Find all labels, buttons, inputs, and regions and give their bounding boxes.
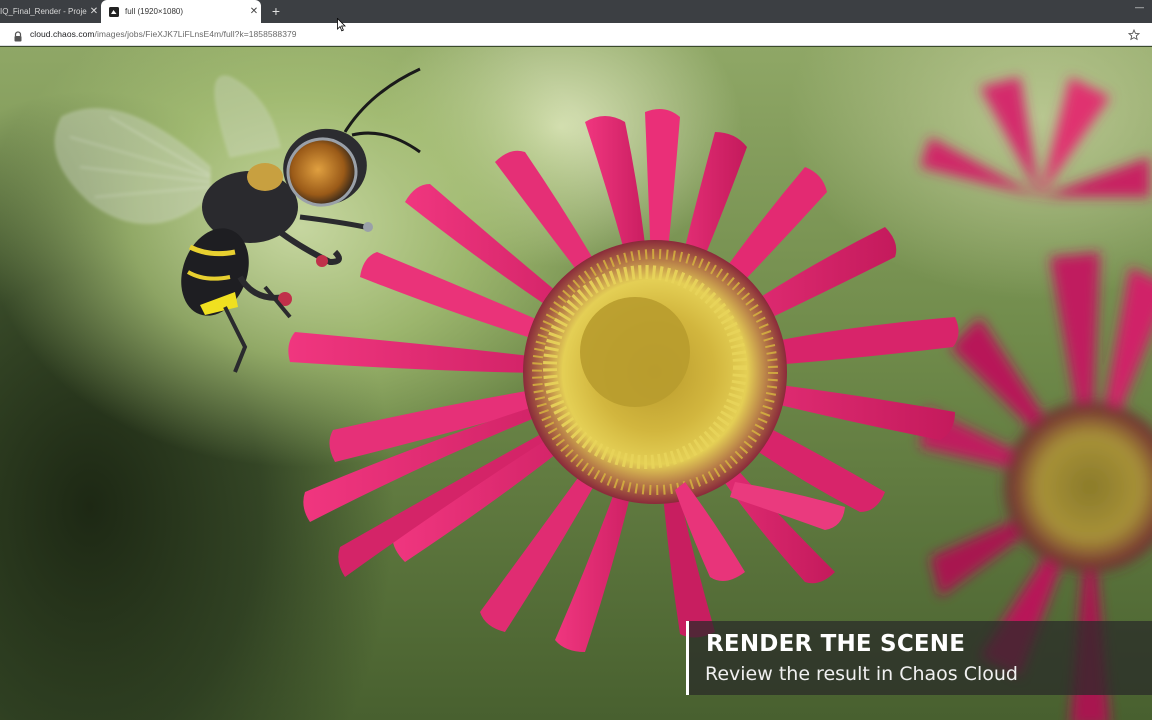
render-scene [54, 67, 1152, 720]
main-flower [288, 108, 959, 652]
favicon-icon [109, 6, 119, 17]
tab-title: full (1920×1080) [125, 7, 184, 16]
lock-icon[interactable] [13, 29, 23, 42]
mouse-cursor-icon [337, 17, 347, 32]
url-path: /images/jobs/FieXJK7LiFLnsE4m/full?k=185… [94, 29, 297, 39]
caption-overlay: RENDER THE SCENE Review the result in Ch… [686, 621, 1152, 695]
url-text[interactable]: cloud.chaos.com/images/jobs/FieXJK7LiFLn… [30, 23, 297, 45]
close-icon[interactable]: ✕ [247, 6, 261, 17]
url-host: cloud.chaos.com [30, 29, 95, 39]
tab-iq-final-render[interactable]: IQ_Final_Render - Proje ✕ [0, 0, 101, 23]
minimize-icon[interactable]: — [1135, 0, 1144, 14]
tab-full-image[interactable]: full (1920×1080) ✕ [101, 0, 261, 23]
close-icon[interactable]: ✕ [87, 6, 101, 17]
caption-title: RENDER THE SCENE [706, 631, 966, 657]
caption-subtitle: Review the result in Chaos Cloud [705, 663, 1018, 685]
tab-title: IQ_Final_Render - Proje [0, 7, 87, 16]
robot-bee [54, 67, 421, 373]
star-icon[interactable] [1127, 28, 1141, 41]
rendered-image: RENDER THE SCENE Review the result in Ch… [0, 47, 1152, 720]
tab-strip: IQ_Final_Render - Proje ✕ full (1920×108… [0, 0, 1152, 23]
address-bar[interactable]: cloud.chaos.com/images/jobs/FieXJK7LiFLn… [0, 23, 1152, 46]
plus-icon[interactable]: + [268, 2, 284, 20]
